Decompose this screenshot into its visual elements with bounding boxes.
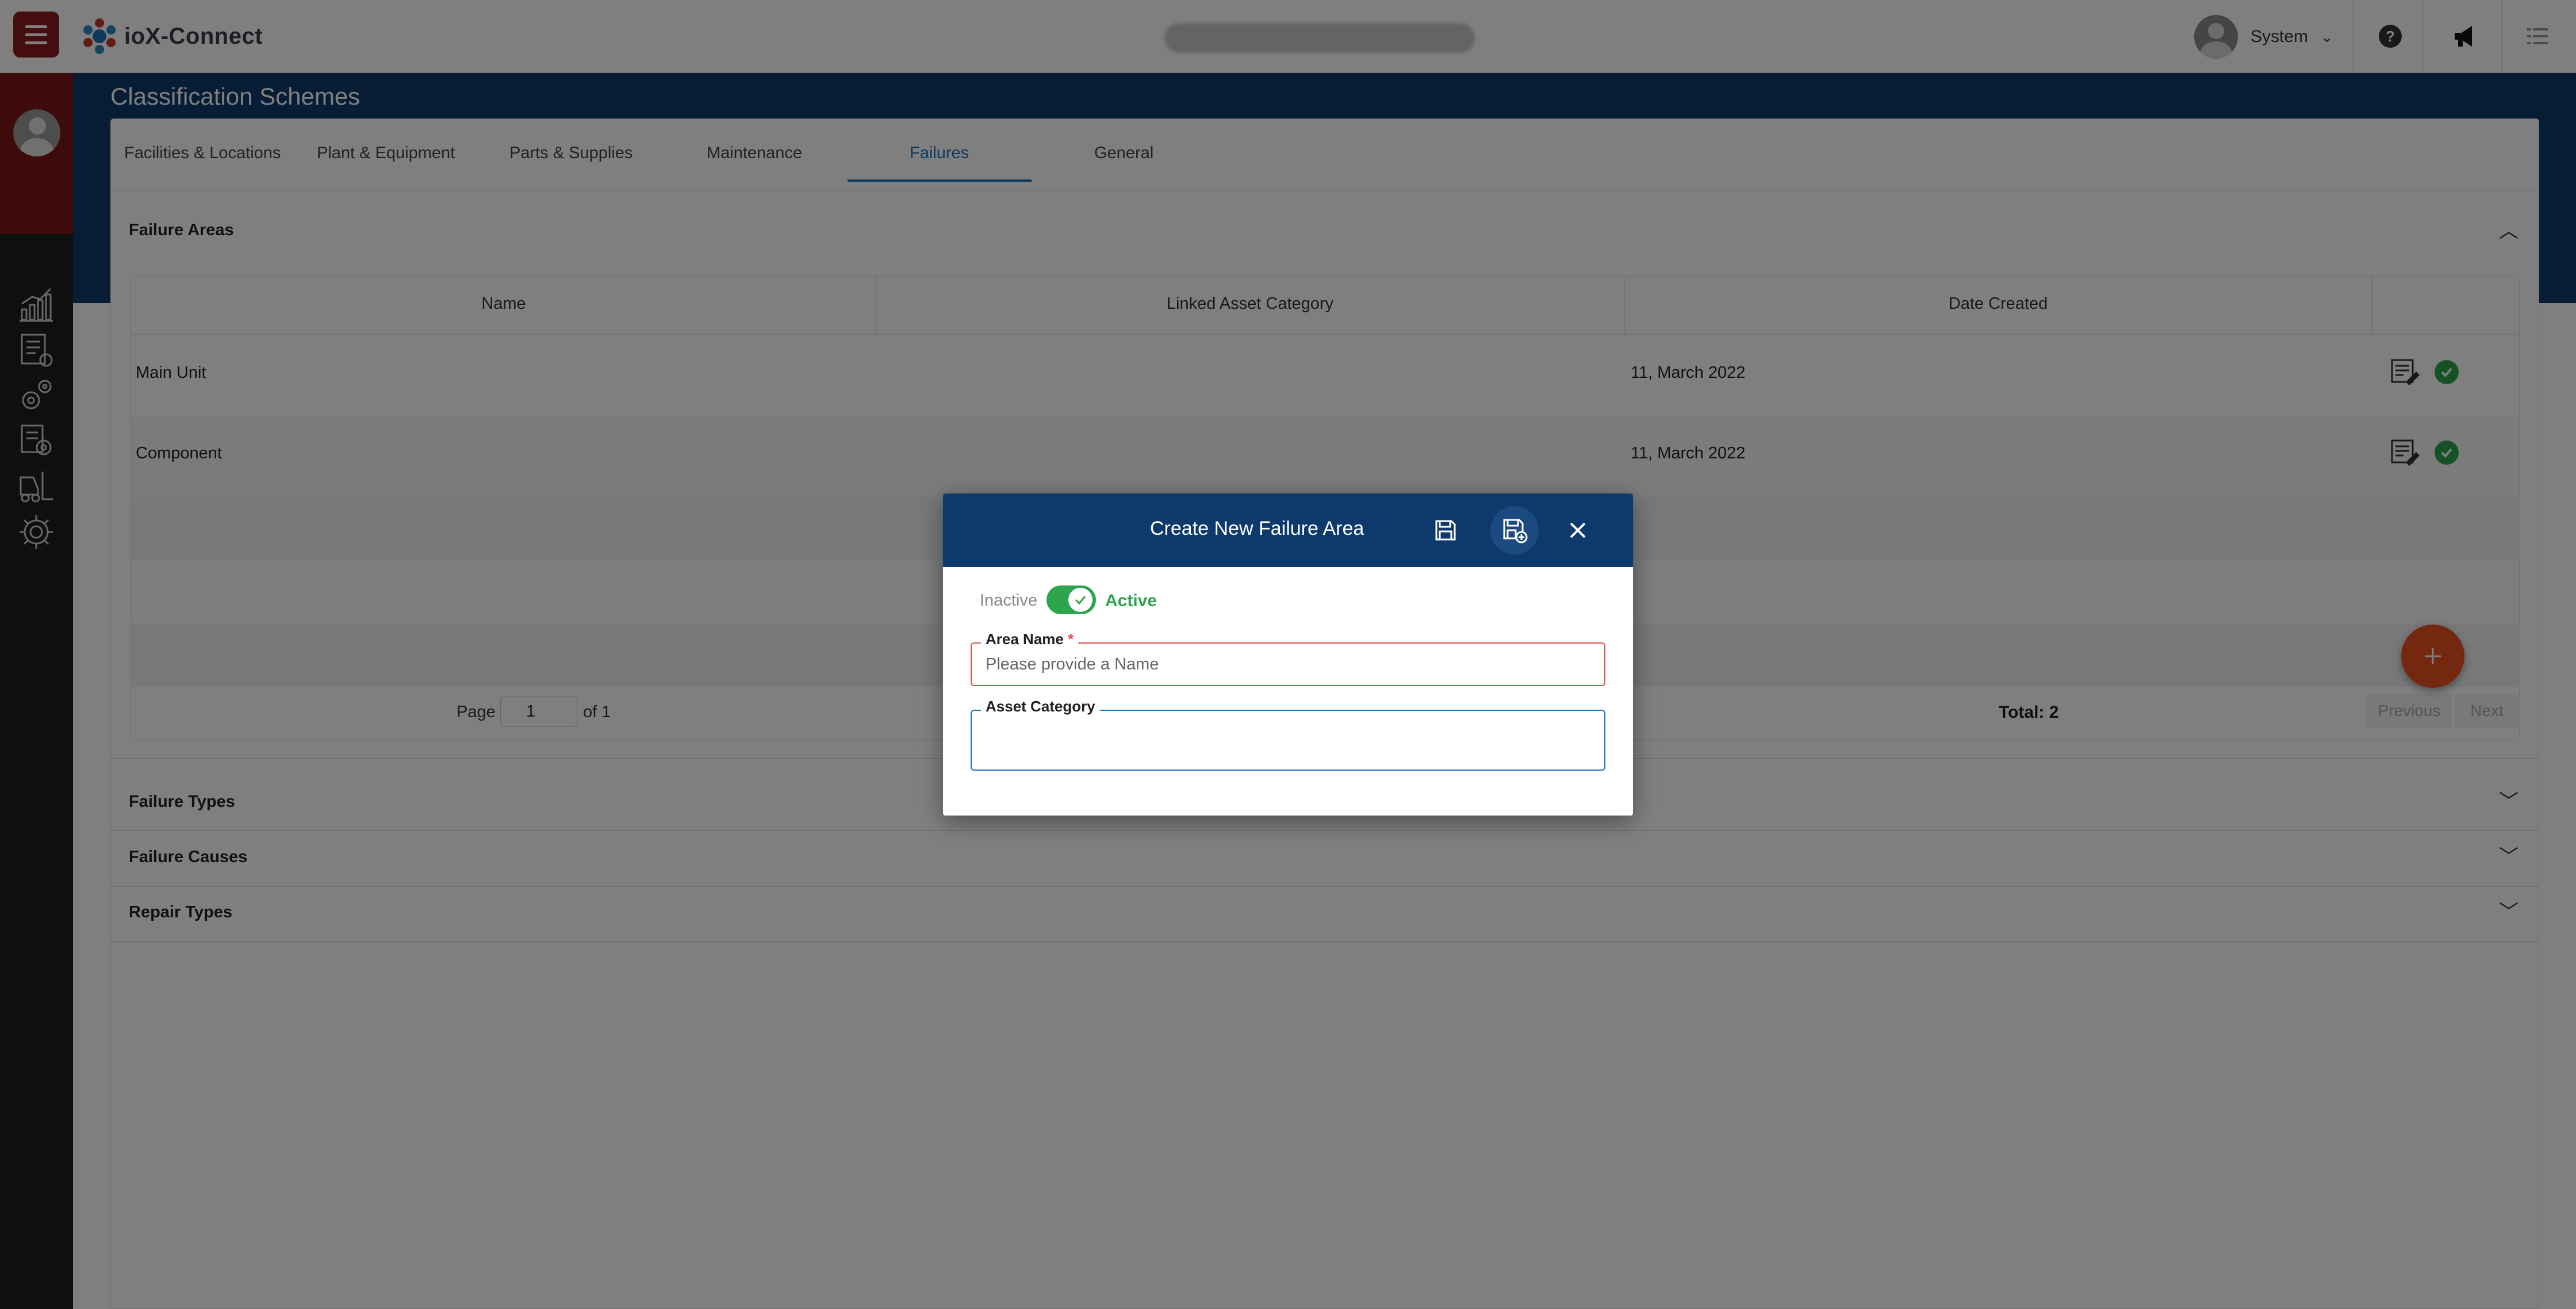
required-marker: * xyxy=(1068,630,1074,648)
save-button[interactable] xyxy=(1421,506,1470,554)
close-icon xyxy=(1570,522,1586,538)
dialog-title: Create New Failure Area xyxy=(1150,518,1364,539)
check-icon xyxy=(1075,596,1086,605)
area-name-label: Area Name * xyxy=(981,630,1079,648)
save-icon xyxy=(1435,520,1456,541)
save-and-new-button[interactable] xyxy=(1490,506,1539,554)
area-name-input[interactable] xyxy=(976,648,1601,681)
asset-category-input[interactable] xyxy=(976,718,1601,764)
toggle-active-label: Active xyxy=(1105,591,1157,610)
toggle-inactive-label: Inactive xyxy=(980,591,1037,610)
asset-category-label: Asset Category xyxy=(981,698,1100,715)
toggle-knob[interactable] xyxy=(1068,588,1092,612)
save-and-new-icon xyxy=(1503,519,1528,543)
close-button[interactable] xyxy=(1554,506,1602,554)
area-name-label-text: Area Name xyxy=(986,630,1064,648)
